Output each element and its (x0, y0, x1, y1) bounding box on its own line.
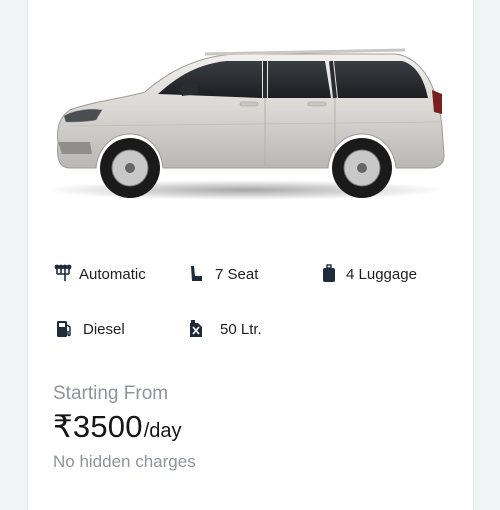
spec-fuel: Diesel (53, 318, 125, 340)
price-amount: ₹3500 (53, 409, 143, 444)
car-seat-icon (185, 263, 207, 285)
spec-transmission: Automatic (53, 263, 146, 285)
fuel-pump-icon (53, 318, 75, 340)
price-unit: /day (143, 420, 182, 442)
spec-seats-label: 7 Seat (215, 265, 259, 283)
spec-luggage-label: 4 Luggage (346, 265, 417, 283)
luggage-icon (318, 263, 340, 285)
spec-luggage: 4 Luggage (318, 263, 417, 285)
gear-shift-icon (53, 263, 75, 285)
spec-seats: 7 Seat (185, 263, 258, 285)
price: ₹3500 /day (53, 409, 182, 445)
spec-tank: 50 Ltr. (185, 318, 262, 340)
starting-from-label: Starting From (53, 383, 169, 404)
fuel-can-icon (185, 318, 207, 340)
spec-fuel-label: Diesel (83, 320, 125, 338)
car-image (45, 48, 445, 200)
spec-tank-label: 50 Ltr. (220, 320, 262, 338)
spec-transmission-label: Automatic (79, 265, 146, 283)
no-hidden-charges-note: No hidden charges (53, 452, 196, 471)
